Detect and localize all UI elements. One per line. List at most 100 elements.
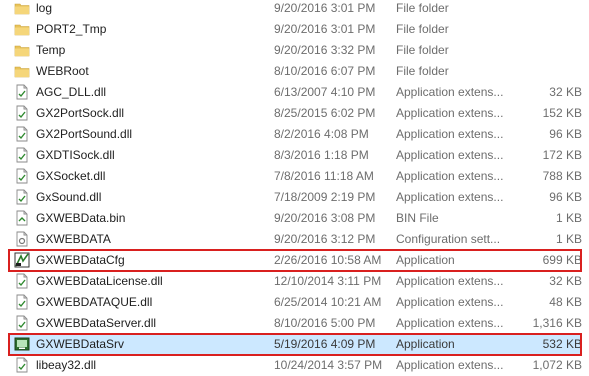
file-name: GXWEBDataLicense.dll [36,274,163,288]
file-row[interactable]: GXWEBDATAQUE.dll 6/25/2014 10:21 AM Applic… [8,292,582,313]
file-date-modified: 6/13/2007 4:10 PM [274,85,376,99]
file-size: 1 KB [555,211,582,225]
file-list: log 9/20/2016 3:01 PM File folder PORT2_Tmp… [0,0,589,374]
file-name: AGC_DLL.dll [36,85,107,99]
file-type: Application extens... [396,358,504,372]
file-size: 96 KB [549,190,582,204]
file-date-modified: 6/25/2014 10:21 AM [274,295,382,309]
app-server-icon [14,336,30,352]
dll-file-icon [14,294,30,310]
config-file-icon [14,231,30,247]
file-type: File folder [396,64,449,78]
file-row[interactable]: GXSocket.dll 7/8/2016 11:18 AM Application… [8,166,582,187]
file-type: Application extens... [396,127,504,141]
file-size: 1,072 KB [532,358,582,372]
file-row[interactable]: GX2PortSound.dll 8/2/2016 4:08 PM Applicat… [8,124,582,145]
file-size: 172 KB [542,148,582,162]
file-type: Application [396,253,455,267]
file-type: BIN File [396,211,439,225]
file-row[interactable]: GXWEBDataServer.dll 8/10/2016 5:00 PM Appl… [8,313,582,334]
file-size: 48 KB [549,295,582,309]
file-row[interactable]: GX2PortSock.dll 8/25/2015 6:02 PM Applicat… [8,103,582,124]
file-type: Application extens... [396,169,504,183]
file-date-modified: 7/8/2016 11:18 AM [274,169,374,183]
file-type: File folder [396,22,449,36]
file-name: WEBRoot [36,64,89,78]
file-name: GXWEBDataServer.dll [36,316,157,330]
file-row[interactable]: GxSound.dll 7/18/2009 2:19 PM Application … [8,187,582,208]
file-name: GXWEBDATAQUE.dll [36,295,153,309]
file-row[interactable]: GXDTISock.dll 8/3/2016 1:18 PM Application… [8,145,582,166]
file-name: GX2PortSound.dll [36,127,133,141]
file-type: Application extens... [396,148,504,162]
file-type: File folder [396,43,449,57]
file-row[interactable]: WEBRoot 8/10/2016 6:07 PM File folder [8,61,582,82]
file-size: 1 KB [555,232,582,246]
file-size: 532 KB [542,337,582,351]
file-row[interactable]: log 9/20/2016 3:01 PM File folder [8,0,582,19]
file-date-modified: 8/10/2016 6:07 PM [274,64,376,78]
file-size: 699 KB [542,253,582,267]
file-type: Application extens... [396,106,504,120]
file-date-modified: 8/25/2015 6:02 PM [274,106,376,120]
file-size: 32 KB [549,85,582,99]
file-row[interactable]: Temp 9/20/2016 3:32 PM File folder [8,40,582,61]
dll-file-icon [14,147,30,163]
file-date-modified: 12/10/2014 3:11 PM [274,274,382,288]
file-row[interactable]: GXWEBDataCfg 2/26/2016 10:58 AM Applicatio… [8,250,582,271]
file-row[interactable]: GXWEBDataLicense.dll 12/10/2014 3:11 PM Ap… [8,271,582,292]
folder-icon [14,42,30,58]
file-date-modified: 9/20/2016 3:12 PM [274,232,376,246]
file-date-modified: 9/20/2016 3:08 PM [274,211,376,225]
file-date-modified: 7/18/2009 2:19 PM [274,190,376,204]
folder-icon [14,0,30,16]
file-date-modified: 9/20/2016 3:01 PM [274,1,376,15]
app-cfg-icon [14,252,30,268]
file-row[interactable]: GXWEBDataSrv 5/19/2016 4:09 PM Application… [8,334,582,355]
file-type: Application [396,337,455,351]
file-name: GX2PortSock.dll [36,106,125,120]
file-type: Configuration sett... [396,232,501,246]
file-row[interactable]: PORT2_Tmp 9/20/2016 3:01 PM File folder [8,19,582,40]
dll-file-icon [14,357,30,373]
dll-file-icon [14,168,30,184]
file-size: 152 KB [542,106,582,120]
file-date-modified: 8/2/2016 4:08 PM [274,127,369,141]
dll-file-icon [14,315,30,331]
file-size: 96 KB [549,127,582,141]
file-date-modified: 8/10/2016 5:00 PM [274,316,376,330]
folder-icon [14,63,30,79]
file-name: GXWEBDataSrv [36,337,125,351]
file-date-modified: 10/24/2014 3:57 PM [274,358,383,372]
file-name: GXWEBDataCfg [36,253,125,267]
bin-file-icon [14,210,30,226]
file-name: PORT2_Tmp [36,22,107,36]
file-date-modified: 2/26/2016 10:58 AM [274,253,382,267]
file-size: 788 KB [542,169,582,183]
file-type: File folder [396,1,449,15]
file-name: GXDTISock.dll [36,148,115,162]
file-size: 32 KB [549,274,582,288]
file-date-modified: 9/20/2016 3:32 PM [274,43,376,57]
file-date-modified: 8/3/2016 1:18 PM [274,148,369,162]
file-date-modified: 9/20/2016 3:01 PM [274,22,376,36]
file-name: GXWEBData.bin [36,211,126,225]
file-type: Application extens... [396,295,504,309]
file-row[interactable]: GXWEBDATA 9/20/2016 3:12 PM Configuration … [8,229,582,250]
file-row[interactable]: GXWEBData.bin 9/20/2016 3:08 PM BIN File 1 … [8,208,582,229]
file-name: GXWEBDATA [36,232,111,246]
file-name: Temp [36,43,66,57]
file-type: Application extens... [396,316,504,330]
file-size: 1,316 KB [532,316,582,330]
dll-file-icon [14,84,30,100]
dll-file-icon [14,189,30,205]
file-type: Application extens... [396,274,504,288]
file-date-modified: 5/19/2016 4:09 PM [274,337,376,351]
dll-file-icon [14,126,30,142]
file-type: Application extens... [396,85,504,99]
file-type: Application extens... [396,190,504,204]
file-row[interactable]: AGC_DLL.dll 6/13/2007 4:10 PM Application … [8,82,582,103]
dll-file-icon [14,105,30,121]
file-name: libeay32.dll [36,358,97,372]
file-row[interactable]: libeay32.dll 10/24/2014 3:57 PM Applicatio… [8,355,582,376]
